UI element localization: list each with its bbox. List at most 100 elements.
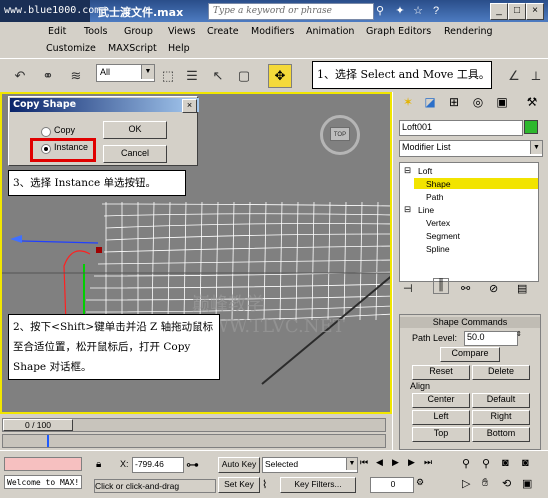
menu-graph-editors[interactable]: Graph Editors [366, 26, 431, 37]
menu-rendering[interactable]: Rendering [444, 26, 493, 37]
binoculars-icon[interactable]: ⚲ [372, 3, 388, 19]
favorites-icon[interactable]: ☆ [410, 3, 426, 19]
bind-spacewarp-icon[interactable]: ≋ [64, 64, 88, 88]
go-to-start-icon[interactable]: ⏮ [360, 457, 368, 468]
spinner-icon[interactable]: ⇕ [516, 330, 522, 338]
stack-item-segment[interactable]: Segment [426, 231, 460, 241]
key-filters-button[interactable]: Key Filters... [280, 477, 356, 493]
modifier-stack[interactable]: ⊟ Loft Shape Path ⊟ Line Vertex Segment … [399, 162, 539, 282]
align-top-button[interactable]: Top [412, 427, 470, 442]
menu-help[interactable]: Help [168, 43, 190, 54]
create-tab-icon[interactable]: ✶ [399, 95, 417, 111]
modifier-list-dropdown[interactable]: Modifier List ▼ [399, 140, 543, 157]
menu-edit[interactable]: Edit [48, 26, 66, 37]
play-icon[interactable]: ▶ [392, 457, 399, 468]
auto-key-button[interactable]: Auto Key [218, 457, 260, 473]
selection-filter-dropdown[interactable]: All ▼ [96, 64, 155, 82]
object-name-field[interactable]: Loft001 [399, 120, 523, 136]
stack-item-vertex[interactable]: Vertex [426, 218, 450, 228]
minimize-button[interactable]: _ [490, 3, 508, 20]
pin-stack-icon[interactable]: ⊣ [403, 282, 413, 295]
maxscript-listener[interactable]: Welcome to MAX! [4, 475, 82, 489]
undo-icon[interactable]: ↶ [8, 64, 32, 88]
menu-modifiers[interactable]: Modifiers [251, 26, 294, 37]
ok-button[interactable]: OK [103, 121, 167, 139]
maximize-viewport-icon[interactable]: ▣ [522, 477, 532, 490]
menu-maxscript[interactable]: MAXScript [108, 43, 157, 54]
display-tab-icon[interactable]: ▣ [493, 95, 511, 111]
stack-item-spline[interactable]: Spline [426, 244, 450, 254]
menu-group[interactable]: Group [124, 26, 153, 37]
stack-item-loft[interactable]: Loft [418, 166, 432, 176]
stack-expander-loft[interactable]: ⊟ [404, 165, 411, 176]
stack-item-path[interactable]: Path [426, 192, 444, 202]
configure-sets-icon[interactable]: ▤ [517, 282, 527, 295]
dialog-close-button[interactable]: × [182, 99, 197, 113]
track-bar[interactable] [2, 434, 386, 448]
path-level-field[interactable]: 50.0 [464, 331, 518, 346]
key-icon[interactable]: ⊶ [186, 457, 199, 473]
orbit-icon[interactable]: ⟲ [502, 477, 511, 490]
zoom-extents-icon[interactable]: ◙ [502, 457, 509, 469]
channel-icon[interactable]: ✦ [392, 3, 408, 19]
remove-modifier-icon[interactable]: ⊘ [489, 282, 498, 295]
time-slider-track[interactable]: 0 / 100 [2, 418, 386, 432]
field-of-view-icon[interactable]: ▷ [462, 477, 470, 490]
align-bottom-button[interactable]: Bottom [472, 427, 530, 442]
copy-radio[interactable] [41, 127, 51, 137]
cancel-button[interactable]: Cancel [103, 145, 167, 163]
set-key-button[interactable]: Set Key [218, 477, 260, 493]
delete-button[interactable]: Delete [472, 365, 530, 380]
help-icon[interactable]: ? [428, 3, 444, 19]
maxscript-listener-top[interactable] [4, 457, 82, 471]
angle-snap-icon[interactable]: ∠ [502, 64, 526, 88]
motion-tab-icon[interactable]: ◎ [469, 95, 487, 111]
modify-tab-icon[interactable]: ◪ [421, 95, 439, 111]
pan-icon[interactable]: ✋︎ [482, 477, 488, 490]
utilities-tab-icon[interactable]: ⚒ [523, 95, 541, 111]
select-cursor-icon[interactable]: ↖ [206, 64, 230, 88]
default-tangent-icon[interactable]: ⌇ [262, 478, 267, 491]
align-default-button[interactable]: Default [472, 393, 530, 408]
maximize-button[interactable]: □ [508, 3, 526, 20]
stack-item-shape[interactable]: Shape [426, 179, 451, 189]
make-unique-icon[interactable]: ⚯ [461, 282, 470, 295]
search-input[interactable]: Type a keyword or phrase [208, 3, 374, 20]
go-to-end-icon[interactable]: ⏭ [424, 457, 432, 468]
close-button[interactable]: × [526, 3, 544, 20]
object-color-swatch[interactable] [524, 120, 538, 134]
select-and-move-icon[interactable]: ✥ [268, 64, 292, 88]
align-left-button[interactable]: Left [412, 410, 470, 425]
menu-customize[interactable]: Customize [46, 43, 96, 54]
time-slider-thumb[interactable]: 0 / 100 [3, 419, 73, 431]
zoom-extents-all-icon[interactable]: ◙ [522, 457, 529, 469]
viewcube-top[interactable]: TOP [330, 127, 350, 141]
x-coord-field[interactable]: -799.46 [132, 457, 184, 473]
menu-animation[interactable]: Animation [306, 26, 354, 37]
current-frame-field[interactable]: 0 [370, 477, 414, 493]
stack-expander-line[interactable]: ⊟ [404, 204, 411, 215]
zoom-all-icon[interactable]: ⚲ [482, 457, 490, 470]
align-center-button[interactable]: Center [412, 393, 470, 408]
time-config-icon[interactable]: ⚙ [416, 477, 424, 488]
hierarchy-tab-icon[interactable]: ⊞ [445, 95, 463, 111]
mirror-icon[interactable]: ⟂ [524, 64, 548, 88]
menu-create[interactable]: Create [207, 26, 239, 37]
reset-button[interactable]: Reset [412, 365, 470, 380]
select-by-name-icon[interactable]: ☰ [180, 64, 204, 88]
menu-tools[interactable]: Tools [84, 26, 107, 37]
compare-button[interactable]: Compare [440, 347, 500, 362]
lock-icon[interactable]: 🔒︎ [96, 459, 101, 470]
rect-region-icon[interactable]: ▢ [232, 64, 256, 88]
previous-frame-icon[interactable]: ◀ [376, 457, 383, 468]
link-icon[interactable]: ⚭ [36, 64, 60, 88]
zoom-icon[interactable]: ⚲ [462, 457, 470, 470]
align-right-button[interactable]: Right [472, 410, 530, 425]
menu-views[interactable]: Views [168, 26, 196, 37]
key-mode-dropdown[interactable]: Selected ▼ [262, 457, 358, 473]
next-frame-icon[interactable]: ▶ [408, 457, 415, 468]
show-end-result-icon[interactable]: ║ [433, 278, 449, 294]
stack-item-line[interactable]: Line [418, 205, 434, 215]
rollout-title[interactable]: Shape Commands [400, 317, 540, 328]
select-object-icon[interactable]: ⬚ [156, 64, 180, 88]
